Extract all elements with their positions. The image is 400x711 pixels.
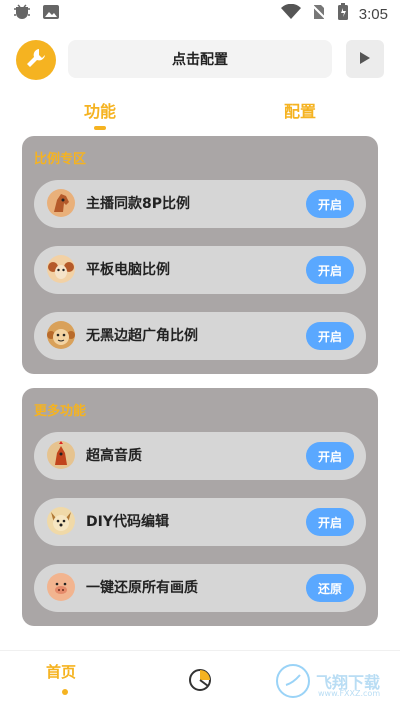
tab-config[interactable]: 配置 — [284, 98, 316, 122]
dog-avatar-icon — [46, 506, 76, 536]
rooster-avatar-icon — [46, 440, 76, 470]
item-label: 平板电脑比例 — [86, 262, 170, 278]
monkey-avatar-icon — [46, 320, 76, 350]
enable-button[interactable]: 开启 — [306, 442, 354, 470]
status-bar: 3:05 — [0, 0, 400, 28]
section-more: 更多功能 超高音质 开启 DIY代码编辑 开启 一键还原所有画质 还原 — [22, 388, 378, 626]
item-label: 无黑边超广角比例 — [86, 328, 198, 344]
enable-button[interactable]: 开启 — [306, 190, 354, 218]
enable-button[interactable]: 开启 — [306, 256, 354, 284]
item-label: 一键还原所有画质 — [86, 580, 198, 596]
tab-bar: 功能 配置 — [0, 98, 400, 134]
watermark-sub: www.FXXZ.com — [318, 689, 381, 698]
item-label: DIY代码编辑 — [86, 514, 169, 530]
bug-icon — [12, 3, 32, 25]
bottom-nav: 首页 飞翔下载 www.FXXZ.com — [0, 650, 400, 711]
no-sim-icon — [311, 4, 327, 24]
enable-button[interactable]: 开启 — [306, 508, 354, 536]
list-item: 超高音质 开启 — [34, 432, 366, 480]
chart-icon[interactable] — [187, 667, 213, 693]
image-icon — [42, 4, 60, 24]
watermark-logo-icon — [276, 664, 310, 698]
tab-active-indicator — [94, 126, 106, 130]
section-title: 更多功能 — [34, 404, 87, 419]
wifi-icon — [280, 3, 301, 24]
restore-button[interactable]: 还原 — [306, 574, 354, 602]
status-time: 3:05 — [358, 5, 388, 23]
pig-avatar-icon — [46, 572, 76, 602]
play-icon — [359, 50, 371, 69]
top-bar: 点击配置 — [16, 40, 384, 80]
status-left — [12, 3, 60, 25]
list-item: DIY代码编辑 开启 — [34, 498, 366, 546]
config-button[interactable]: 点击配置 — [68, 40, 332, 78]
ram-avatar-icon — [46, 254, 76, 284]
item-label: 主播同款8P比例 — [86, 196, 191, 212]
watermark: 飞翔下载 www.FXXZ.com — [276, 663, 386, 699]
horse-avatar-icon — [46, 188, 76, 218]
list-item: 主播同款8P比例 开启 — [34, 180, 366, 228]
item-label: 超高音质 — [86, 448, 142, 464]
section-title: 比例专区 — [34, 152, 87, 167]
nav-home[interactable]: 首页 — [46, 661, 76, 682]
list-item: 一键还原所有画质 还原 — [34, 564, 366, 612]
app-logo[interactable] — [16, 40, 56, 80]
list-item: 平板电脑比例 开启 — [34, 246, 366, 294]
battery-icon — [337, 3, 349, 25]
list-item: 无黑边超广角比例 开启 — [34, 312, 366, 360]
enable-button[interactable]: 开启 — [306, 322, 354, 350]
tab-functions[interactable]: 功能 — [84, 98, 116, 122]
play-button[interactable] — [346, 40, 384, 78]
nav-active-dot — [62, 689, 68, 695]
status-right: 3:05 — [280, 3, 388, 25]
section-ratio: 比例专区 主播同款8P比例 开启 平板电脑比例 开启 无黑边超广角比例 开启 — [22, 136, 378, 374]
wrench-icon — [24, 46, 48, 74]
